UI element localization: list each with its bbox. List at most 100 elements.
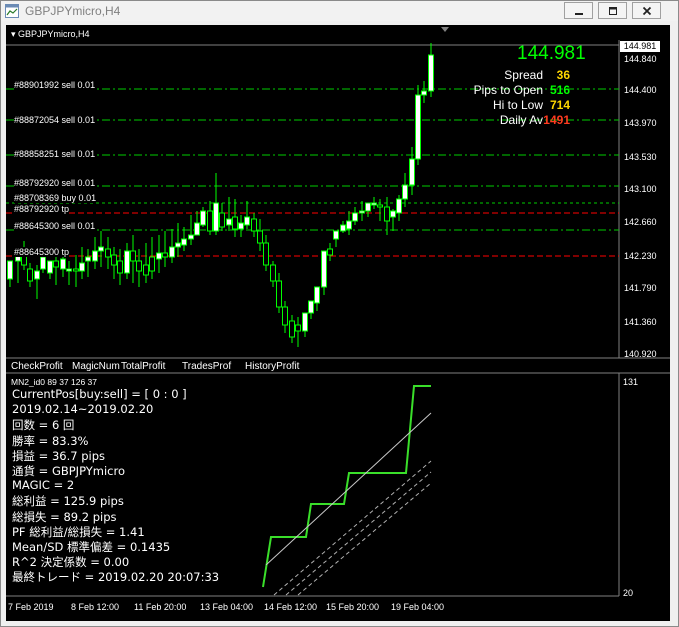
order-label[interactable]: #88901992 sell 0.01 [14, 80, 96, 90]
tab-historyprofit[interactable]: HistoryProfit [245, 361, 299, 372]
order-label[interactable]: #88645300 sell 0.01 [14, 221, 96, 231]
price-tick: 143.970 [624, 118, 657, 128]
tab-checkprofit[interactable]: CheckProfit [11, 361, 63, 372]
candle-body [384, 206, 390, 222]
chart-window-icon [5, 4, 19, 18]
time-tick: 14 Feb 12:00 [264, 602, 318, 612]
band-line [297, 482, 432, 596]
order-label[interactable]: #88708369 buy 0.01 [14, 193, 97, 203]
tab-tradesprof[interactable]: TradesProf [182, 361, 231, 372]
dropdown-triangle-icon[interactable]: ▾ [11, 29, 16, 39]
window-title: GBPJPYmicro,H4 [25, 4, 121, 18]
candle-body [352, 212, 358, 222]
order-label[interactable]: #88858251 sell 0.01 [14, 149, 96, 159]
candle-body [156, 252, 162, 260]
candle-body [308, 300, 314, 314]
sub-axis-top: 131 [623, 377, 639, 387]
stat-line: CurrentPos[buy:sell] = [ 0 : 0 ] [12, 387, 187, 401]
restore-button[interactable] [598, 2, 627, 19]
close-button[interactable] [632, 2, 661, 19]
spread-value: 36 [556, 68, 570, 82]
current-price: 144.981 [517, 43, 586, 64]
minimize-icon [574, 12, 583, 15]
candle-body [232, 216, 238, 230]
restore-icon [608, 6, 617, 15]
candle-body [213, 202, 219, 232]
candle-body [66, 268, 72, 272]
candle-body [333, 230, 339, 240]
stat-line: MAGIC = 2 [12, 478, 75, 493]
stat-line: 損益 = 36.7 pips [12, 448, 105, 463]
stat-line: 通貨 = GBPJPYmicro [12, 464, 126, 478]
regression-line [265, 412, 432, 566]
order-label[interactable]: #88792920 tp [14, 204, 70, 214]
daily-av-value: 1491 [543, 113, 570, 127]
candle-body [365, 202, 371, 212]
symbol-label: ▾ GBPJPYmicro,H4 [11, 29, 90, 39]
price-tag: 144.981 [620, 41, 660, 52]
candle-body [371, 202, 377, 206]
price-tick: 141.790 [624, 283, 657, 293]
candle-body [238, 222, 244, 230]
candle-body [402, 184, 408, 200]
tab-totalprofit[interactable]: TotalProfit [121, 361, 165, 372]
candle-body [219, 212, 225, 228]
time-tick: 13 Feb 04:00 [200, 602, 254, 612]
chart-area[interactable]: ▾ GBPJPYmicro,H4 144.981 Spread 36 Pips … [6, 25, 670, 621]
indicator-tabs[interactable]: CheckProfit MagicNum TotalProfit TradesP… [11, 361, 401, 373]
minimize-button[interactable] [564, 2, 593, 19]
stat-line: 2019.02.14~2019.02.20 [12, 402, 154, 417]
stat-line: 勝率 = 83.3% [12, 433, 89, 448]
tab-magicnum[interactable]: MagicNum [72, 361, 120, 372]
stat-line: 総損失 = 89.2 pips [12, 509, 117, 524]
candle-body [244, 216, 250, 226]
order-label[interactable]: #88872054 sell 0.01 [14, 115, 96, 125]
subwindow-header: MN2_id0 89 37 126 37 [11, 377, 98, 387]
candle-body [282, 306, 288, 326]
candle-body [73, 268, 79, 272]
order-label[interactable]: #88792920 sell 0.01 [14, 178, 96, 188]
candle-body [409, 158, 415, 186]
candle-body [377, 204, 383, 208]
candle-body [428, 54, 434, 92]
price-tick: 143.530 [624, 152, 657, 162]
candle-body [40, 256, 46, 270]
terminal-window: GBPJPYmicro,H4 ▾ GBPJPYmicro,H4 144.981 … [0, 0, 679, 627]
time-tick: 7 Feb 2019 [8, 602, 54, 612]
candle-body [314, 286, 320, 304]
candle-body [251, 218, 257, 232]
price-tick: 144.400 [624, 85, 657, 95]
time-tick: 15 Feb 20:00 [326, 602, 380, 612]
candle-body [270, 264, 276, 282]
candle-body [149, 256, 155, 272]
pips-to-open-label: Pips to Open [473, 83, 543, 97]
info-panel: Spread 36 Pips to Open 516 Hi to Low 714… [442, 68, 582, 128]
candle-body [200, 210, 206, 226]
hi-to-low-label: Hi to Low [492, 98, 543, 112]
time-tick: 19 Feb 04:00 [391, 602, 445, 612]
band-line [285, 471, 432, 596]
candle-body [143, 264, 149, 276]
price-tick: 143.100 [624, 184, 657, 194]
candle-body [295, 324, 301, 332]
candle-body [346, 220, 352, 230]
price-tick: 144.840 [624, 54, 657, 64]
candle-body [92, 250, 98, 262]
title-bar[interactable]: GBPJPYmicro,H4 [1, 1, 678, 21]
stat-line: PF 総利益/総損失 = 1.41 [12, 524, 145, 539]
candle-body [340, 224, 346, 232]
pips-to-open-value: 516 [549, 83, 570, 97]
time-tick: 11 Feb 20:00 [134, 602, 187, 612]
price-tick: 140.920 [624, 349, 657, 359]
candle-body [396, 198, 402, 214]
order-label[interactable]: #88645300 tp [14, 247, 70, 257]
candle-body [98, 246, 104, 252]
candle-body [169, 246, 175, 258]
band-line [273, 460, 432, 596]
candle-body [226, 218, 232, 226]
candle-body [263, 242, 269, 266]
stat-line: 最終トレード = 2019.02.20 20:07:33 [12, 570, 220, 585]
candle-body [188, 234, 194, 240]
candle-body [359, 210, 365, 214]
stat-line: 回数 = 6 回 [12, 418, 75, 433]
